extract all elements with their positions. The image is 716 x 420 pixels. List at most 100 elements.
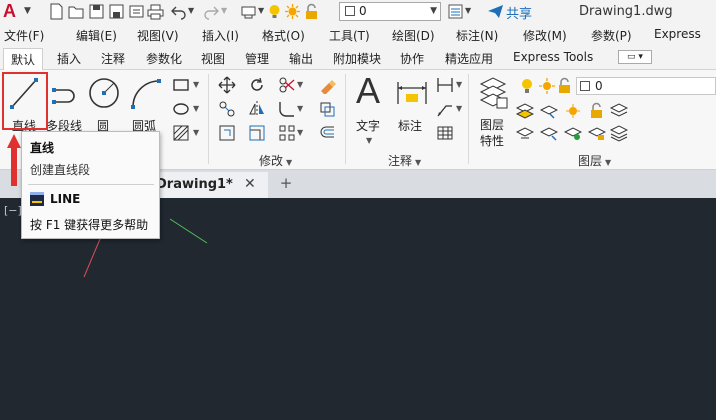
layer-combo[interactable]: 0 [576, 77, 716, 95]
array-dropdown-icon[interactable]: ▼ [297, 128, 303, 137]
menu-tools[interactable]: 工具(T) [329, 27, 370, 44]
hatch-dropdown-icon[interactable]: ▼ [193, 128, 199, 137]
customize-dropdown-icon[interactable]: ▼ [465, 6, 471, 15]
layer-thaw-icon[interactable] [538, 77, 556, 95]
tab-insert[interactable]: 插入 [57, 50, 81, 67]
polyline-tool-button[interactable]: 多段线 [46, 74, 84, 134]
circle-icon [89, 78, 119, 108]
menu-express[interactable]: Express [654, 27, 701, 41]
layer-off-icon[interactable] [516, 124, 534, 142]
undo-dropdown-icon[interactable]: ▼ [188, 6, 194, 15]
menu-draw[interactable]: 绘图(D) [392, 27, 435, 44]
layer-previous-icon[interactable] [564, 102, 582, 120]
layer-properties-icon[interactable] [447, 3, 464, 20]
ellipse-icon[interactable] [172, 100, 190, 118]
save-as-icon[interactable] [108, 3, 125, 20]
rectangle-icon[interactable] [172, 76, 190, 94]
tab-default[interactable]: 默认 [3, 48, 44, 71]
scale-icon[interactable] [248, 124, 266, 142]
erase-icon[interactable] [318, 76, 336, 94]
tab-manage[interactable]: 管理 [245, 50, 269, 67]
share-icon[interactable] [487, 3, 504, 20]
trim-dropdown-icon[interactable]: ▼ [297, 80, 303, 89]
mirror-icon[interactable] [248, 100, 266, 118]
tab-addins[interactable]: 附加模块 [333, 50, 381, 67]
layer-properties-button[interactable]: 图层 特性 [474, 74, 510, 150]
new-tab-button[interactable]: + [276, 174, 296, 192]
layer-dropdown[interactable]: 0 ▼ [339, 2, 441, 21]
tab-view[interactable]: 视图 [201, 50, 225, 67]
arc-tool-button[interactable]: 圆弧 [128, 74, 164, 134]
layers-panel-label[interactable]: 图层 ▼ [578, 152, 611, 169]
tab-featured-apps[interactable]: 精选应用 [445, 50, 493, 67]
new-file-icon[interactable] [48, 3, 65, 20]
menu-parametric[interactable]: 参数(P) [591, 27, 632, 44]
layer-unlock-icon[interactable] [556, 77, 574, 95]
rectangle-dropdown-icon[interactable]: ▼ [193, 80, 199, 89]
redo-icon[interactable] [203, 3, 220, 20]
plot-dropdown-icon[interactable]: ▼ [258, 6, 264, 15]
array-icon[interactable] [278, 124, 296, 142]
layer-merge-icon[interactable] [610, 124, 628, 142]
menu-insert[interactable]: 插入(I) [202, 27, 239, 44]
redo-dropdown-icon[interactable]: ▼ [221, 6, 227, 15]
ellipse-dropdown-icon[interactable]: ▼ [193, 104, 199, 113]
table-icon[interactable] [436, 124, 454, 142]
layers-panel-expand-icon: ▼ [605, 158, 612, 167]
linear-dim-dropdown-icon[interactable]: ▼ [456, 80, 462, 89]
file-tab-drawing1[interactable]: Drawing1* ✕ [150, 172, 268, 198]
plot-icon[interactable] [240, 3, 257, 20]
dimension-tool-button[interactable]: 标注 [394, 74, 430, 134]
move-icon[interactable] [218, 76, 236, 94]
annotation-panel-label[interactable]: 注释 ▼ [388, 152, 421, 169]
leader-icon[interactable] [436, 100, 454, 118]
save-icon[interactable] [88, 3, 105, 20]
fillet-dropdown-icon[interactable]: ▼ [297, 104, 303, 113]
app-logo[interactable]: A [3, 1, 16, 22]
rotate-icon[interactable] [248, 76, 266, 94]
layer-lock-icon[interactable] [303, 3, 320, 20]
close-tab-icon[interactable]: ✕ [244, 176, 256, 192]
tab-output[interactable]: 输出 [289, 50, 313, 67]
app-menu-arrow-icon[interactable]: ▼ [24, 6, 31, 16]
layer-on-icon[interactable] [518, 77, 536, 95]
tab-parametric[interactable]: 参数化 [146, 50, 182, 67]
menu-view[interactable]: 视图(V) [137, 27, 179, 44]
fillet-icon[interactable] [278, 100, 296, 118]
print-icon[interactable] [147, 3, 164, 20]
undo-icon[interactable] [170, 3, 187, 20]
ribbon-options-button[interactable]: ▭ ▾ [618, 50, 652, 64]
share-label[interactable]: 共享 [506, 3, 532, 22]
layer-state-icon[interactable] [564, 124, 582, 142]
menu-format[interactable]: 格式(O) [262, 27, 305, 44]
layer-bulb-icon[interactable] [266, 3, 283, 20]
open-file-icon[interactable] [68, 3, 85, 20]
layer-isolate-icon[interactable] [516, 102, 534, 120]
layer-sun-icon[interactable] [284, 3, 301, 20]
layer-walk-icon[interactable] [610, 102, 628, 120]
menu-file[interactable]: 文件(F) [4, 27, 44, 44]
offset-icon[interactable] [318, 124, 336, 142]
leader-dropdown-icon[interactable]: ▼ [456, 104, 462, 113]
menu-dimension[interactable]: 标注(N) [456, 27, 498, 44]
copy-icon[interactable] [218, 100, 236, 118]
tab-express-tools[interactable]: Express Tools [513, 50, 593, 64]
circle-tool-button[interactable]: 圆 [86, 74, 120, 134]
web-save-icon[interactable] [128, 3, 145, 20]
tab-collaborate[interactable]: 协作 [400, 50, 424, 67]
layer-match-icon[interactable] [540, 102, 558, 120]
linear-dim-icon[interactable] [436, 76, 454, 94]
hatch-icon[interactable] [172, 124, 190, 142]
modify-panel-label[interactable]: 修改 ▼ [259, 152, 292, 169]
text-tool-button[interactable]: A 文字 ▼ [352, 70, 388, 145]
annotation-panel-title: 注释 [388, 154, 413, 168]
stretch-icon[interactable] [218, 124, 236, 142]
menu-edit[interactable]: 编辑(E) [76, 27, 117, 44]
layer-freeze-icon[interactable] [540, 124, 558, 142]
layer-lock-toggle-icon[interactable] [588, 102, 606, 120]
menu-modify[interactable]: 修改(M) [523, 27, 567, 44]
trim-icon[interactable] [278, 76, 296, 94]
tab-annotate[interactable]: 注释 [101, 50, 125, 67]
layer-unlock-all-icon[interactable] [588, 124, 606, 142]
explode-icon[interactable] [318, 100, 336, 118]
